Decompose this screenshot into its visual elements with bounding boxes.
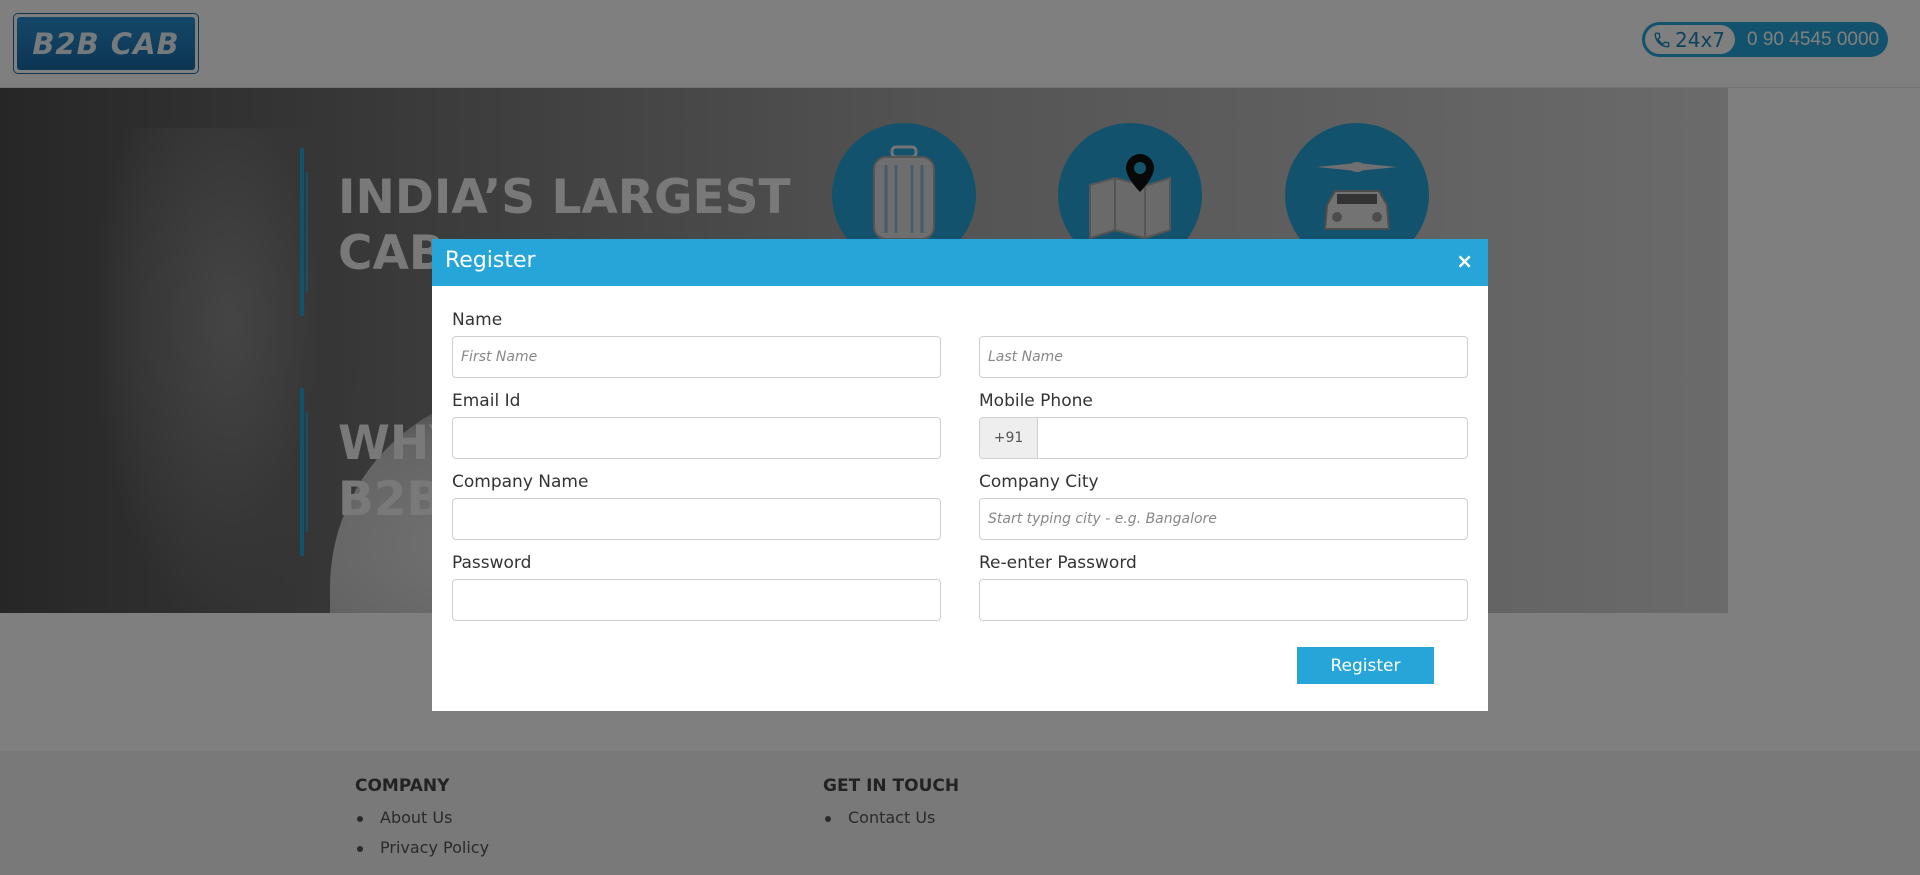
password-label: Password <box>452 553 532 573</box>
password-input[interactable] <box>452 579 941 621</box>
company-city-input[interactable] <box>979 498 1468 540</box>
close-icon[interactable]: × <box>1456 250 1473 272</box>
country-code-prefix: +91 <box>980 418 1038 458</box>
modal-title: Register <box>445 248 536 273</box>
mobile-phone-input[interactable] <box>1038 418 1467 458</box>
reenter-password-label: Re-enter Password <box>979 553 1137 573</box>
register-button[interactable]: Register <box>1297 647 1434 684</box>
mobile-phone-label: Mobile Phone <box>979 391 1093 411</box>
company-name-label: Company Name <box>452 472 589 492</box>
company-city-label: Company City <box>979 472 1099 492</box>
first-name-input[interactable] <box>452 336 941 378</box>
reenter-password-input[interactable] <box>979 579 1468 621</box>
mobile-phone-group: +91 <box>979 417 1468 459</box>
register-modal: Register × Name Email Id Mobile Phone +9… <box>432 239 1488 711</box>
company-name-input[interactable] <box>452 498 941 540</box>
email-input[interactable] <box>452 417 941 459</box>
email-label: Email Id <box>452 391 521 411</box>
modal-header: Register × <box>432 239 1488 286</box>
name-label: Name <box>452 310 503 330</box>
last-name-input[interactable] <box>979 336 1468 378</box>
